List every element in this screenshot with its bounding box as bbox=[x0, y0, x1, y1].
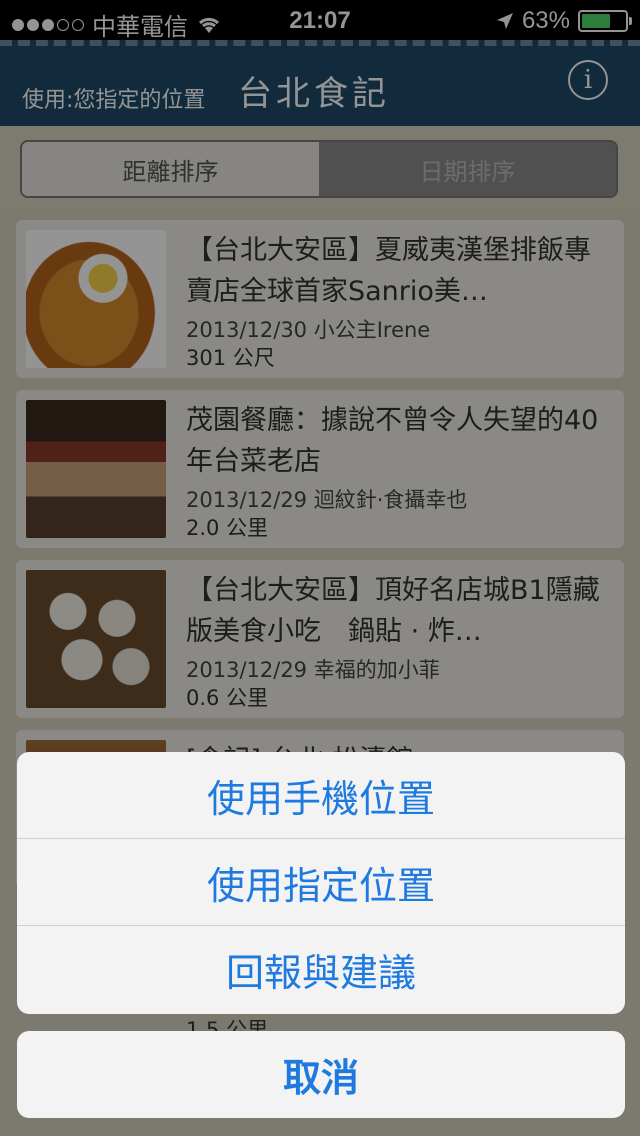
cancel-button[interactable]: 取消 bbox=[17, 1031, 625, 1118]
action-sheet: 使用手機位置 使用指定位置 回報與建議 bbox=[17, 752, 625, 1014]
use-specified-location-button[interactable]: 使用指定位置 bbox=[17, 839, 625, 926]
report-feedback-button[interactable]: 回報與建議 bbox=[17, 926, 625, 1013]
use-phone-location-button[interactable]: 使用手機位置 bbox=[17, 752, 625, 839]
